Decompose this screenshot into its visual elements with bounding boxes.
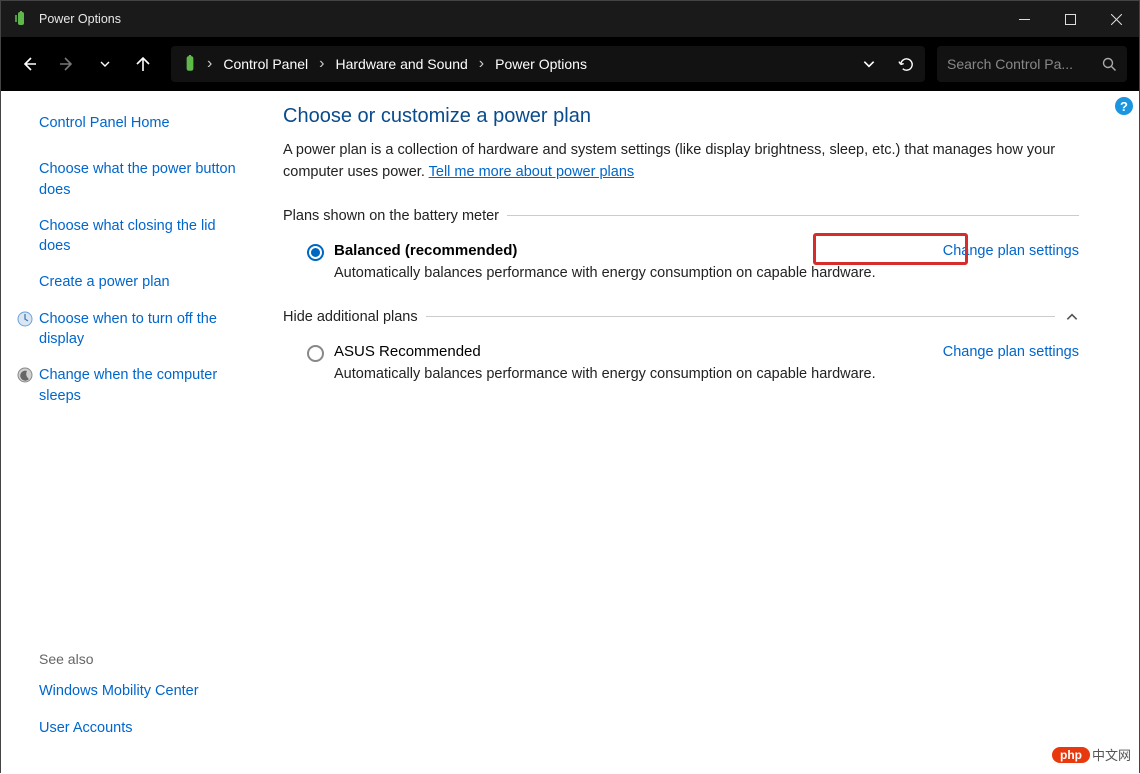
plan-title[interactable]: ASUS Recommended xyxy=(334,343,923,360)
watermark: php 中文网 xyxy=(1052,745,1131,764)
sidebar: Control Panel Home Choose what the power… xyxy=(1,91,265,774)
chevron-right-icon[interactable]: › xyxy=(203,55,216,73)
see-also-link[interactable]: Windows Mobility Center xyxy=(39,681,245,701)
close-button[interactable] xyxy=(1093,1,1139,37)
search-box[interactable] xyxy=(937,46,1127,82)
titlebar: Power Options xyxy=(1,1,1139,37)
see-also-label: See also xyxy=(39,651,245,667)
page-heading: Choose or customize a power plan xyxy=(283,105,1079,128)
refresh-button[interactable] xyxy=(898,56,915,73)
sidebar-link[interactable]: Choose what the power button does xyxy=(39,159,245,200)
power-plan-row: Balanced (recommended) Automatically bal… xyxy=(283,242,1079,281)
watermark-pill: php xyxy=(1052,747,1090,763)
control-panel-home-link[interactable]: Control Panel Home xyxy=(39,113,245,133)
section-header-collapsible[interactable]: Hide additional plans xyxy=(283,309,1079,325)
address-icon xyxy=(181,55,199,73)
sidebar-link[interactable]: Create a power plan xyxy=(39,272,245,292)
plan-radio[interactable] xyxy=(307,244,324,261)
toolbar: › Control Panel › Hardware and Sound › P… xyxy=(1,37,1139,91)
see-also-link[interactable]: User Accounts xyxy=(39,718,245,738)
watermark-text: 中文网 xyxy=(1092,745,1131,764)
sidebar-link[interactable]: Choose when to turn off the display xyxy=(39,309,245,350)
change-plan-settings-link[interactable]: Change plan settings xyxy=(943,344,1079,360)
breadcrumb-item[interactable]: Power Options xyxy=(492,56,590,72)
maximize-button[interactable] xyxy=(1047,1,1093,37)
minimize-button[interactable] xyxy=(1001,1,1047,37)
sidebar-link[interactable]: Choose what closing the lid does xyxy=(39,216,245,257)
up-button[interactable] xyxy=(127,48,159,80)
search-icon[interactable] xyxy=(1102,57,1117,72)
address-dropdown[interactable] xyxy=(862,57,876,71)
plan-title[interactable]: Balanced (recommended) xyxy=(334,242,923,259)
chevron-up-icon xyxy=(1065,310,1079,324)
plan-description: Automatically balances performance with … xyxy=(334,366,923,382)
plan-description: Automatically balances performance with … xyxy=(334,265,923,281)
page-description: A power plan is a collection of hardware… xyxy=(283,140,1079,184)
sidebar-link[interactable]: Change when the computer sleeps xyxy=(39,365,245,406)
learn-more-link[interactable]: Tell me more about power plans xyxy=(429,164,635,180)
window-title: Power Options xyxy=(39,12,1001,26)
plan-radio[interactable] xyxy=(307,345,324,362)
section-header: Plans shown on the battery meter xyxy=(283,208,1079,224)
chevron-right-icon[interactable]: › xyxy=(315,55,328,73)
forward-button[interactable] xyxy=(51,48,83,80)
power-plan-row: ASUS Recommended Automatically balances … xyxy=(283,343,1079,382)
main-panel: Choose or customize a power plan A power… xyxy=(265,91,1139,774)
content-area: ? Control Panel Home Choose what the pow… xyxy=(1,91,1139,774)
breadcrumb-item[interactable]: Control Panel xyxy=(220,56,311,72)
app-icon xyxy=(13,11,29,27)
display-icon xyxy=(17,311,33,327)
chevron-right-icon[interactable]: › xyxy=(475,55,488,73)
address-bar[interactable]: › Control Panel › Hardware and Sound › P… xyxy=(171,46,925,82)
breadcrumb-item[interactable]: Hardware and Sound xyxy=(332,56,470,72)
change-plan-settings-link[interactable]: Change plan settings xyxy=(943,243,1079,259)
recent-dropdown[interactable] xyxy=(89,48,121,80)
back-button[interactable] xyxy=(13,48,45,80)
sleep-icon xyxy=(17,367,33,383)
search-input[interactable] xyxy=(947,56,1087,72)
